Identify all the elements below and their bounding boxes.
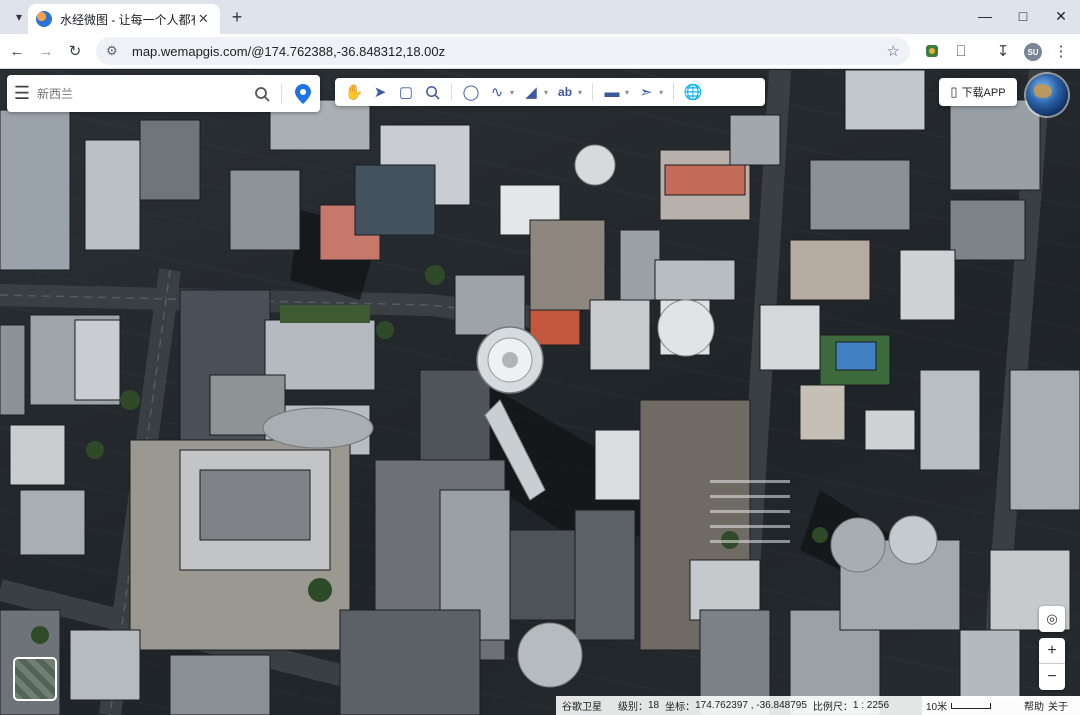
zoom-out-button[interactable]: − [1039,664,1065,690]
bookmark-star-icon[interactable]: ☆ [887,42,900,60]
menu-kebab-icon[interactable]: ⋮ [1048,38,1074,64]
map-source: 谷歌卫星 [562,702,602,713]
extension-icon[interactable] [919,38,945,64]
pan-hand-icon[interactable]: ✋ [341,80,367,104]
satellite-map[interactable]: ☰ ✋ ➤ ▢ ◯ ∿ ▾ ◢ ▾ ab ▾ ▬ ▾ ➣ ▾ 🌐 ▯ [0,70,1080,715]
phone-icon: ▯ [950,84,958,99]
window-close-icon[interactable]: ✕ [1046,4,1076,28]
new-tab-button[interactable]: + [226,6,248,28]
zoom-in-button[interactable]: + [1039,638,1065,664]
reload-icon[interactable]: ↻ [62,38,88,64]
download-app-label: 下载APP [961,87,1006,99]
select-pointer-icon[interactable]: ➤ [367,80,393,104]
minimize-icon[interactable]: — [970,4,1000,28]
coord-value: 174.762397 , -36.848795 [695,700,807,711]
ruler-measure-icon[interactable]: ▬ [599,80,625,104]
marker-pin-icon[interactable]: ◯ [458,80,484,104]
browser-tab-bar: ▾ 水经微图 - 让每一个人都有自己 ✕ + — □ ✕ [0,0,1080,34]
tab-close-icon[interactable]: ✕ [195,10,212,28]
globe-icon[interactable]: 🌐 [680,80,706,104]
browser-toolbar: ← → ↻ ⚙ map.wemapgis.com/@174.762388,-36… [0,34,1080,69]
site-info-icon[interactable]: ⚙ [106,43,124,59]
tab-title: 水经微图 - 让每一个人都有自己 [60,12,195,27]
polyline-icon[interactable]: ∿ [484,80,510,104]
polyline-caret-icon[interactable]: ▾ [510,88,514,97]
level-label: 级别： [618,702,648,713]
text-caret-icon[interactable]: ▾ [578,88,582,97]
ruler-caret-icon[interactable]: ▾ [625,88,629,97]
locate-me-icon[interactable]: ◎ [1039,606,1065,632]
download-icon[interactable]: ↧ [990,38,1016,64]
3d-globe-toggle-icon[interactable] [1026,74,1068,116]
address-bar[interactable]: ⚙ map.wemapgis.com/@174.762388,-36.84831… [96,37,910,65]
about-link[interactable]: 关于 [1048,698,1068,713]
extensions-puzzle-icon[interactable]: ⎕ [948,38,974,64]
tools-separator [451,83,452,101]
zoom-search-icon[interactable] [419,80,445,104]
scale-bar-label: 10米 [926,702,948,713]
scale-label: 比例尺： [812,702,853,713]
tab-search-button[interactable]: ▾ [8,6,30,28]
text-label-icon[interactable]: ab [552,80,578,104]
profile-avatar[interactable]: SU [1024,43,1042,61]
polygon-caret-icon[interactable]: ▾ [544,88,548,97]
tools-separator [673,83,675,101]
level-value: 18 [648,700,660,711]
browser-tab[interactable]: 水经微图 - 让每一个人都有自己 ✕ [28,4,220,34]
map-tools-bar: ✋ ➤ ▢ ◯ ∿ ▾ ◢ ▾ ab ▾ ▬ ▾ ➣ ▾ 🌐 [335,78,765,106]
location-pin-icon[interactable] [286,83,320,104]
zoom-controls: ◎ + − [1039,606,1065,690]
maximize-icon[interactable]: □ [1008,4,1038,28]
layer-switcher-thumbnail[interactable] [13,657,57,701]
menu-hamburger-icon[interactable]: ☰ [7,75,37,112]
clear-pointer-icon[interactable]: ➣ [633,80,659,104]
download-app-button[interactable]: ▯ 下载APP [939,78,1017,106]
site-favicon-icon [36,11,52,27]
scale-bar: 10米 [922,696,1020,715]
scale-value: 1 : 2256 [852,700,890,711]
scale-bar-line [951,702,992,709]
clear-caret-icon[interactable]: ▾ [659,88,663,97]
place-search-box: ☰ [7,75,320,112]
polygon-icon[interactable]: ◢ [518,80,544,104]
tools-separator [592,83,594,101]
forward-icon[interactable]: → [33,38,59,64]
place-search-input[interactable] [37,86,247,101]
url-text[interactable]: map.wemapgis.com/@174.762388,-36.848312,… [132,44,445,59]
back-icon[interactable]: ← [4,38,30,64]
coord-label: 坐标： [665,702,696,713]
status-links: 帮助 关于 [1020,696,1080,715]
search-icon[interactable] [247,86,277,102]
search-divider [281,83,282,104]
box-select-icon[interactable]: ▢ [393,80,419,104]
help-link[interactable]: 帮助 [1024,698,1044,713]
satellite-imagery [0,70,1080,715]
